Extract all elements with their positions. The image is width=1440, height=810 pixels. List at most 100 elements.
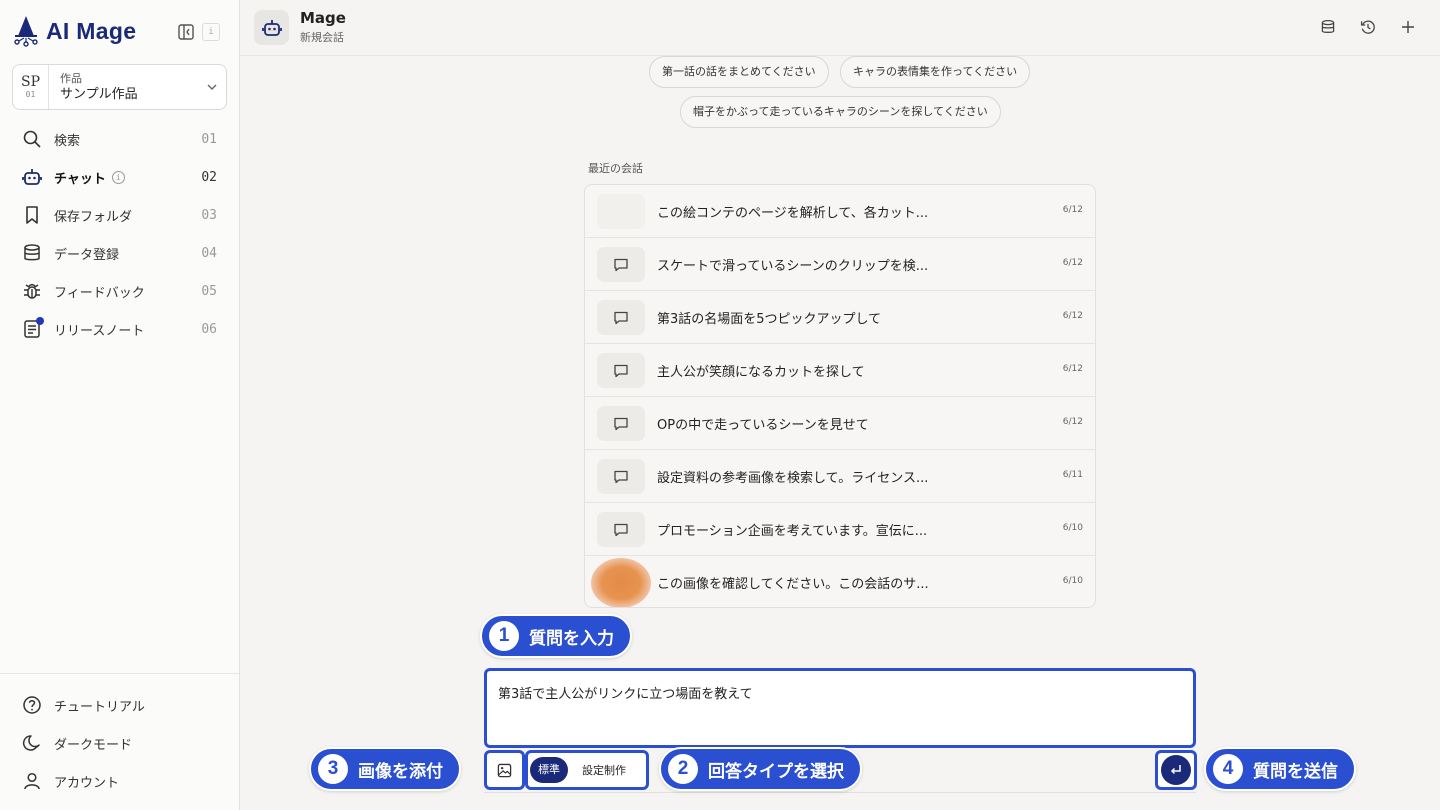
attach-image-button[interactable] xyxy=(484,750,525,790)
answer-type-settings[interactable]: 設定制作 xyxy=(582,762,626,778)
mage-logo-icon xyxy=(14,16,38,47)
conversation-date: 6/11 xyxy=(1062,470,1083,480)
image-icon xyxy=(497,763,512,777)
info-icon[interactable]: i xyxy=(111,170,125,184)
sidebar-item-dark-mode[interactable]: ダークモード xyxy=(0,724,239,762)
conversation-image-thumbnail xyxy=(591,558,651,607)
enter-icon xyxy=(1170,765,1181,775)
conversation-thumbnail xyxy=(597,459,645,494)
sidebar-bottom: チュートリアル ダークモード アカウント xyxy=(0,673,239,800)
send-button[interactable] xyxy=(1155,750,1197,790)
search-icon xyxy=(23,130,41,148)
chat-title: Mage xyxy=(300,9,346,27)
chevron-down-icon xyxy=(207,84,217,90)
conversation-title: この画像を確認してください。この会話のサ... xyxy=(657,577,929,592)
conversation-title: プロモーション企画を考えています。宣伝に... xyxy=(657,524,928,539)
callout-text: 質問を送信 xyxy=(1253,761,1338,782)
suggestion-chip[interactable]: 帽子をかぶって走っているキャラのシーンを探してください xyxy=(680,96,1001,128)
conversation-date: 6/10 xyxy=(1062,576,1083,586)
callout-number: 1 xyxy=(489,621,519,651)
sidebar-item-label: アカウント xyxy=(54,775,120,791)
chat-bubble-icon xyxy=(614,470,628,483)
sidebar-item-number: 04 xyxy=(201,245,217,261)
sidebar-item-label: チャット xyxy=(54,171,106,187)
conversation-thumbnail xyxy=(597,247,645,282)
sidebar-item-number: 01 xyxy=(201,131,217,147)
sidebar-item-label: フィードバック xyxy=(54,285,145,301)
brand-name: AI Mage xyxy=(46,17,137,44)
sidebar-item-label: ダークモード xyxy=(54,737,133,753)
collapse-sidebar-icon[interactable] xyxy=(178,24,194,40)
project-code-letters: SP xyxy=(20,73,40,90)
callout-select-answer-type: 2 回答タイプを選択 xyxy=(659,747,862,791)
sidebar-item-label: 保存フォルダ xyxy=(54,209,133,225)
project-code: SP 01 xyxy=(13,65,49,109)
recent-item[interactable]: この絵コンテのページを解析して、各カット... 6/12 xyxy=(585,185,1095,238)
callout-number: 2 xyxy=(668,754,698,784)
help-icon xyxy=(23,696,41,714)
conversation-date: 6/12 xyxy=(1062,311,1083,321)
sidebar-item-number: 02 xyxy=(201,169,217,185)
sidebar-item-saved-folder[interactable]: 保存フォルダ 03 xyxy=(0,196,239,234)
chat-subtitle: 新規会話 xyxy=(300,31,344,44)
plus-icon xyxy=(1402,21,1414,33)
sidebar-item-number: 06 xyxy=(201,321,217,337)
conversation-date: 6/12 xyxy=(1062,364,1083,374)
conversation-thumbnail xyxy=(597,300,645,335)
sidebar-item-tutorial[interactable]: チュートリアル xyxy=(0,686,239,724)
sidebar-item-release-notes[interactable]: リリースノート 06 xyxy=(0,310,239,348)
question-input[interactable]: 第3話で主人公がリンクに立つ場面を教えて xyxy=(484,668,1196,748)
conversation-title: この絵コンテのページを解析して、各カット... xyxy=(657,206,929,221)
brand[interactable]: AI Mage xyxy=(12,14,136,48)
history-button[interactable] xyxy=(1359,18,1377,36)
conversation-thumbnail xyxy=(597,512,645,547)
chat-header: Mage 新規会話 xyxy=(240,0,1440,56)
conversation-date: 6/12 xyxy=(1062,205,1083,215)
answer-type-standard[interactable]: 標準 xyxy=(530,757,568,783)
sidebar-item-data-registration[interactable]: データ登録 04 xyxy=(0,234,239,272)
recent-item[interactable]: スケートで滑っているシーンのクリップを検... 6/12 xyxy=(585,238,1095,291)
sidebar-item-number: 05 xyxy=(201,283,217,299)
callout-input-question: 1 質問を入力 xyxy=(480,614,632,658)
conversation-title: 第3話の名場面を5つピックアップして xyxy=(657,312,882,327)
recent-item[interactable]: プロモーション企画を考えています。宣伝に... 6/10 xyxy=(585,503,1095,556)
sidebar-item-label: リリースノート xyxy=(54,323,145,339)
recent-item[interactable]: 主人公が笑顔になるカットを探して 6/12 xyxy=(585,344,1095,397)
project-name: サンプル作品 xyxy=(60,86,138,102)
callout-number: 3 xyxy=(318,754,348,784)
sidebar-item-search[interactable]: 検索 01 xyxy=(0,120,239,158)
new-chat-button[interactable] xyxy=(1399,18,1417,36)
new-badge-dot xyxy=(36,317,44,325)
chat-bubble-icon xyxy=(614,364,628,377)
recent-item[interactable]: OPの中で走っているシーンを見せて 6/12 xyxy=(585,397,1095,450)
conversation-thumbnail xyxy=(597,406,645,441)
history-icon xyxy=(1360,20,1375,34)
shortcut-hint-icon[interactable]: i xyxy=(202,23,220,41)
callout-text: 回答タイプを選択 xyxy=(708,761,844,782)
conversation-date: 6/12 xyxy=(1062,258,1083,268)
recent-item[interactable]: 設定資料の参考画像を検索して。ライセンス... 6/11 xyxy=(585,450,1095,503)
recent-title: 最近の会話 xyxy=(588,162,643,175)
recent-item[interactable]: 第3話の名場面を5つピックアップして 6/12 xyxy=(585,291,1095,344)
robot-icon xyxy=(261,19,282,36)
sidebar-item-account[interactable]: アカウント xyxy=(0,762,239,800)
bookmark-icon xyxy=(26,206,38,224)
bot-avatar xyxy=(254,10,289,45)
suggestion-chip[interactable]: 第一話の話をまとめてください xyxy=(649,56,829,88)
recent-item[interactable]: この画像を確認してください。この会話のサ... 6/10 xyxy=(585,556,1095,607)
conversation-thumbnail xyxy=(597,353,645,388)
suggestion-chip[interactable]: キャラの表情集を作ってください xyxy=(840,56,1031,88)
sidebar-item-label: データ登録 xyxy=(54,247,120,263)
answer-type-selector: 標準 設定制作 xyxy=(525,750,649,790)
sidebar-item-chat[interactable]: チャット i 02 xyxy=(0,158,239,196)
sidebar-item-number: 03 xyxy=(201,207,217,223)
data-source-button[interactable] xyxy=(1319,18,1337,36)
bug-icon xyxy=(24,284,40,299)
sidebar-item-feedback[interactable]: フィードバック 05 xyxy=(0,272,239,310)
callout-number: 4 xyxy=(1213,754,1243,784)
sidebar-item-label: 検索 xyxy=(54,133,81,149)
project-label: 作品 xyxy=(60,71,82,85)
project-selector[interactable]: SP 01 作品 サンプル作品 xyxy=(12,64,227,110)
robot-icon xyxy=(22,169,42,185)
conversation-date: 6/10 xyxy=(1062,523,1083,533)
